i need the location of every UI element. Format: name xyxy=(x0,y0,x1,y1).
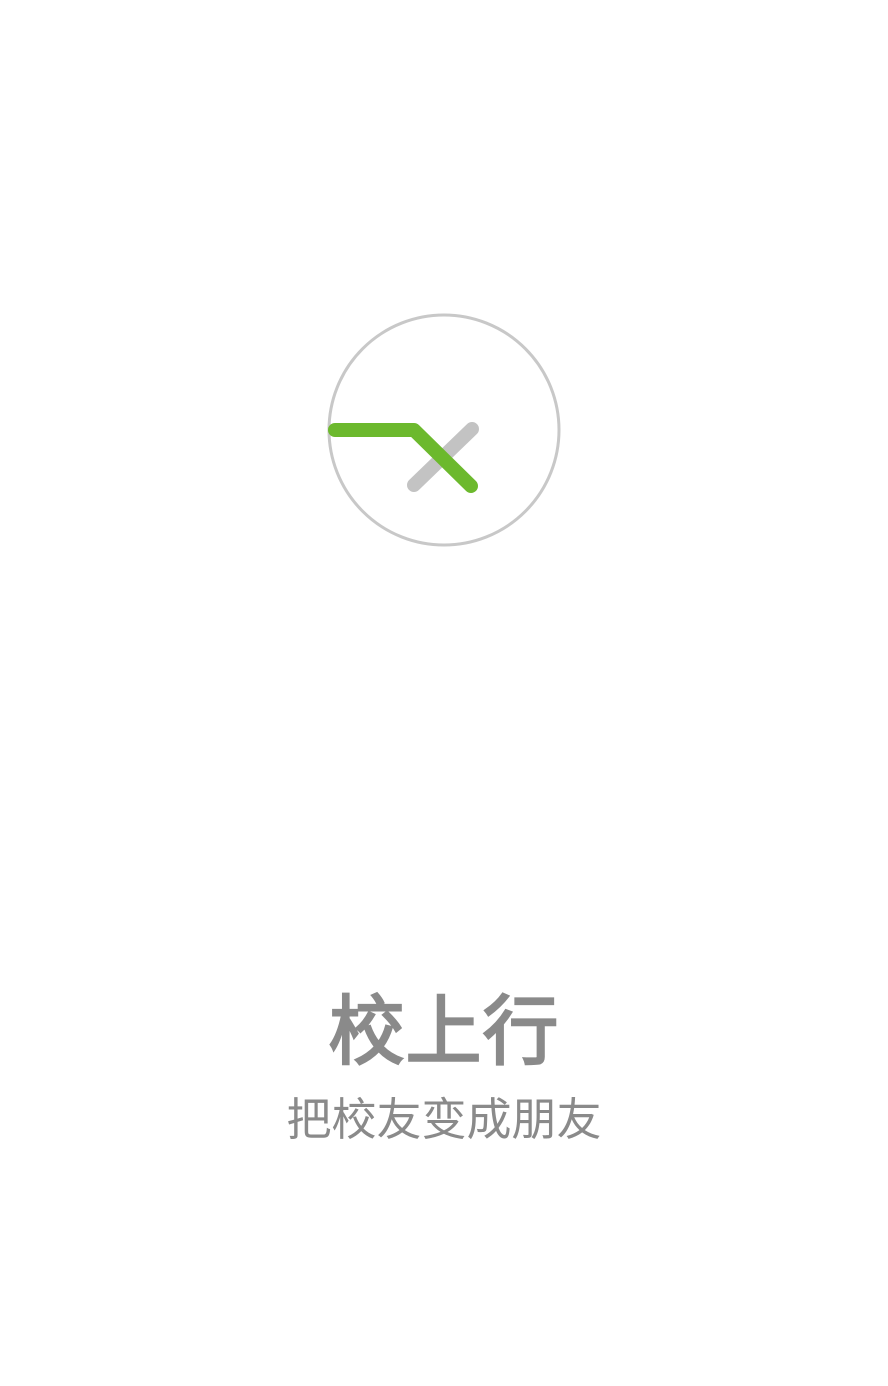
circle-check-cross-logo-icon xyxy=(327,313,561,547)
app-name: 校上行 xyxy=(328,987,560,1076)
logo-green-check xyxy=(328,423,478,493)
app-slogan: 把校友变成朋友 xyxy=(286,1093,602,1146)
app-logo xyxy=(326,312,562,548)
splash-screen: 校上行 把校友变成朋友 xyxy=(0,0,888,1386)
